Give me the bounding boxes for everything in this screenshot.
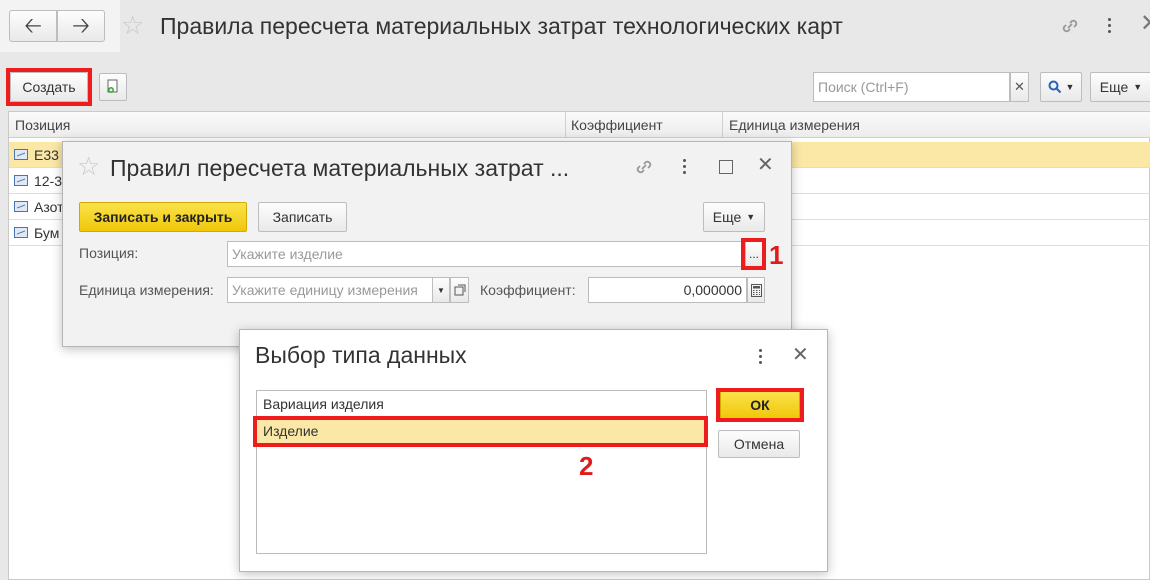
- search-placeholder: Поиск (Ctrl+F): [818, 79, 909, 95]
- arrow-left-icon: 🡠: [24, 13, 42, 38]
- row-position: 12-3: [34, 172, 63, 189]
- list-item[interactable]: Вариация изделия: [257, 391, 706, 416]
- close-icon[interactable]: ✕: [792, 345, 809, 365]
- type-dialog-title: Выбор типа данных: [255, 342, 467, 368]
- close-window-icon[interactable]: ✕: [1140, 12, 1150, 36]
- copy-button[interactable]: [99, 73, 127, 101]
- create-button[interactable]: Создать: [10, 72, 88, 102]
- favorite-star-icon[interactable]: ☆: [77, 153, 100, 179]
- column-header-position[interactable]: Позиция: [15, 117, 70, 133]
- list-item-label: Изделие: [263, 422, 319, 439]
- more-button[interactable]: Еще ▼: [1090, 72, 1150, 102]
- clear-icon: ✕: [1014, 79, 1025, 94]
- column-divider: [565, 112, 566, 138]
- more-button-label: Еще: [1099, 79, 1129, 95]
- more-actions-icon[interactable]: [1108, 18, 1111, 33]
- unit-dropdown-button[interactable]: ▼: [432, 277, 450, 303]
- form-title: Правил пересчета материальных затрат ...: [110, 155, 570, 181]
- unit-placeholder: Укажите единицу измерения: [232, 282, 418, 298]
- arrow-right-icon: 🡢: [72, 13, 90, 38]
- copy-document-icon: [107, 79, 118, 93]
- coefficient-value: 0,000000: [683, 282, 742, 298]
- unit-label: Единица измерения:: [79, 282, 214, 298]
- column-header-unit[interactable]: Единица измерения: [729, 117, 860, 133]
- back-button[interactable]: 🡠: [9, 10, 57, 42]
- unit-open-button[interactable]: [450, 277, 469, 303]
- row-position: Азот: [34, 198, 64, 215]
- more-actions-icon[interactable]: [759, 349, 762, 364]
- maximize-icon[interactable]: [719, 160, 733, 174]
- chevron-down-icon: ▼: [746, 212, 756, 222]
- coefficient-label: Коэффициент:: [480, 282, 576, 298]
- calculator-icon: [750, 283, 762, 297]
- search-input[interactable]: Поиск (Ctrl+F): [813, 72, 1010, 102]
- product-icon: [14, 175, 28, 186]
- product-icon: [14, 149, 28, 160]
- save-button[interactable]: Записать: [258, 202, 347, 232]
- forward-button[interactable]: 🡢: [57, 10, 105, 42]
- column-divider: [722, 112, 723, 138]
- link-icon[interactable]: [632, 155, 656, 179]
- search-button[interactable]: ▼: [1040, 72, 1082, 102]
- product-icon: [14, 201, 28, 212]
- search-icon: [1048, 80, 1061, 94]
- list-item-selected[interactable]: Изделие: [257, 418, 706, 443]
- open-window-icon: [454, 284, 465, 296]
- position-placeholder: Укажите изделие: [232, 246, 343, 262]
- ok-button[interactable]: ОК: [720, 391, 800, 419]
- chevron-down-icon: ▼: [1133, 82, 1143, 92]
- row-position: Бум: [34, 224, 60, 241]
- position-label: Позиция:: [79, 245, 139, 261]
- close-icon[interactable]: ✕: [757, 155, 774, 175]
- save-and-close-button[interactable]: Записать и закрыть: [79, 202, 247, 232]
- position-input[interactable]: Укажите изделие: [227, 241, 745, 267]
- column-header-coefficient[interactable]: Коэффициент: [571, 117, 663, 133]
- row-position: Е33: [34, 146, 59, 163]
- unit-input[interactable]: Укажите единицу измерения: [227, 277, 433, 303]
- product-icon: [14, 227, 28, 238]
- annotation-number-1: 1: [769, 240, 784, 270]
- search-clear-button[interactable]: ✕: [1010, 72, 1029, 102]
- chevron-down-icon: ▼: [1065, 82, 1075, 92]
- calculator-button[interactable]: [747, 277, 765, 303]
- chevron-down-icon: ▼: [437, 285, 445, 295]
- favorite-star-icon[interactable]: ☆: [121, 12, 144, 38]
- window-title: Правила пересчета материальных затрат те…: [160, 13, 843, 39]
- more-actions-icon[interactable]: [683, 159, 686, 174]
- position-select-button[interactable]: ...: [745, 241, 763, 267]
- coefficient-input[interactable]: 0,000000: [588, 277, 747, 303]
- cancel-button[interactable]: Отмена: [718, 430, 800, 458]
- list-item-label: Вариация изделия: [263, 395, 384, 412]
- link-icon[interactable]: [1058, 14, 1082, 38]
- form-more-button[interactable]: Еще ▼: [703, 202, 765, 232]
- annotation-number-2: 2: [579, 451, 594, 481]
- form-more-label: Еще: [712, 209, 742, 225]
